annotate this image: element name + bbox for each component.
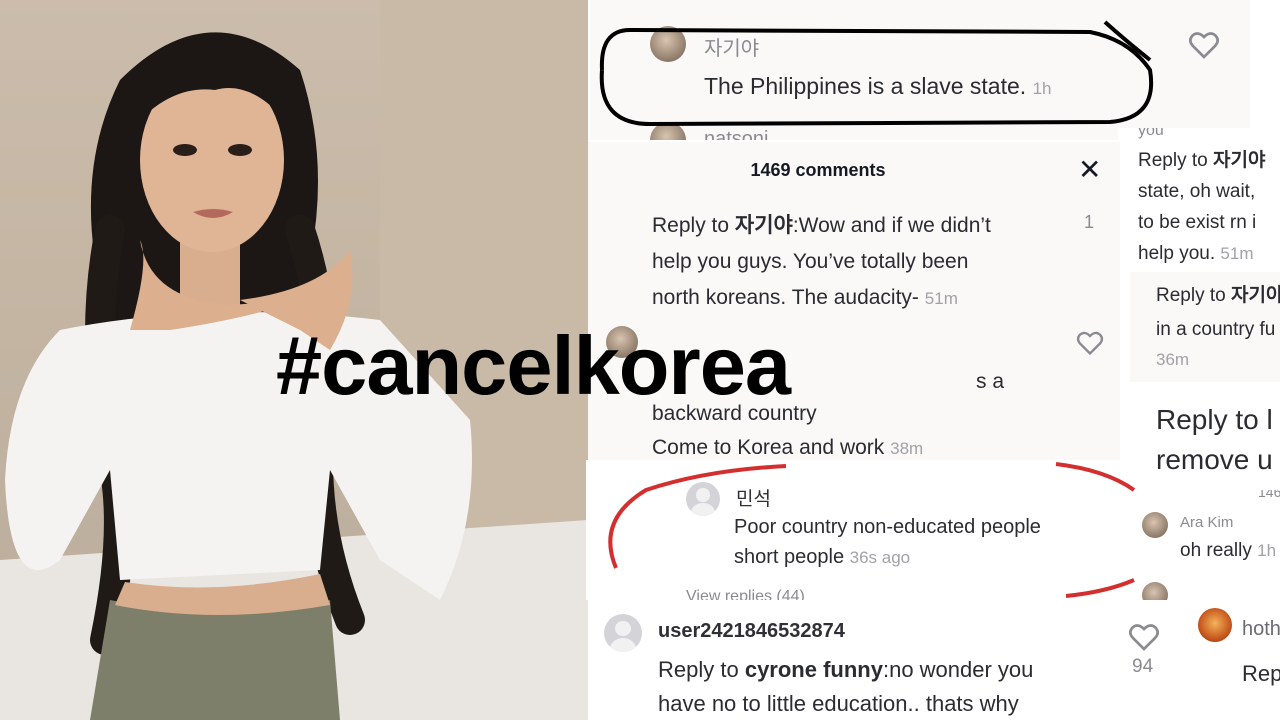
comment-timestamp: 51m xyxy=(924,289,958,308)
close-icon[interactable]: ✕ xyxy=(1078,156,1101,184)
avatar xyxy=(1142,582,1168,602)
reply-line-1: Reply to 자기야 xyxy=(1138,145,1265,176)
comment-card-hoth: hoth Rep xyxy=(1172,600,1280,720)
heart-icon[interactable] xyxy=(1076,330,1104,356)
avatar[interactable] xyxy=(604,614,642,652)
reply-prefix: Reply to xyxy=(658,657,745,682)
reply-line-3: north koreans. The audacity- 51m xyxy=(652,280,958,317)
reply-line-2: have no to little education.. thats why xyxy=(658,691,1019,716)
comment-card-ara-kim: 146 Ara Kim oh really 1h xyxy=(1140,490,1280,602)
partial-username: you xyxy=(1138,128,1164,139)
partial-text: Rep xyxy=(1242,661,1280,686)
reply-line-1: Reply to cyrone funny:no wonder you xyxy=(658,652,1033,688)
comment-card-remove: Reply to l remove u xyxy=(1134,384,1280,490)
reply-prefix: Reply to xyxy=(1156,285,1231,306)
reply-prefix: Reply to xyxy=(1138,150,1213,171)
comment-text: oh really 1h xyxy=(1180,536,1276,566)
comment-body: oh really xyxy=(1180,540,1252,561)
hand-drawn-circle xyxy=(599,20,1154,127)
comment-line-come: Come to Korea and work 38m xyxy=(652,430,923,460)
comments-count-header: 1469 comments xyxy=(750,160,886,180)
comment-card-user242: user2421846532874 Reply to cyrone funny:… xyxy=(588,600,1168,720)
reply-target[interactable]: cyrone funny xyxy=(745,657,883,682)
heart-icon[interactable] xyxy=(1128,622,1160,652)
avatar[interactable] xyxy=(1198,608,1232,642)
reply-line-4-text: help you. xyxy=(1138,243,1216,264)
comment-come-text: Come to Korea and work xyxy=(652,436,885,459)
avatar[interactable] xyxy=(1142,512,1168,538)
comment-username[interactable]: user2421846532874 xyxy=(658,620,845,643)
partial-line-1: Reply to l xyxy=(1156,404,1273,435)
partial-count: 146 xyxy=(1258,490,1280,500)
hand-drawn-red-circle xyxy=(608,462,1136,598)
partial-line-2: remove u xyxy=(1156,444,1273,475)
comment-timestamp: 38m xyxy=(890,439,924,458)
comment-card-reply-state: you Reply to 자기야 state, oh wait, to be e… xyxy=(1118,128,1280,274)
reply-line-1: Reply to 자기야 xyxy=(1156,280,1280,312)
reply-text: :no wonder you xyxy=(882,657,1034,682)
comment-card-slave-state: 자기야 The Philippines is a slave state. 1h… xyxy=(590,0,1250,140)
comment-timestamp: 36m xyxy=(1156,350,1190,369)
reply-line-4: help you. 51m xyxy=(1138,238,1253,269)
comment-like-count: 1 xyxy=(1084,212,1095,232)
reply-target[interactable]: 자기야 xyxy=(1231,285,1280,306)
overlay-hashtag: #cancelkorea xyxy=(276,319,791,412)
comment-timestamp: 51m xyxy=(1220,244,1254,263)
reply-line-2: help you guys. You’ve totally been xyxy=(652,250,969,273)
reply-line-3: to be exist rn i xyxy=(1138,212,1257,233)
comment-username[interactable]: Ara Kim xyxy=(1180,514,1233,531)
comments-panel: 1469 comments ✕ Reply to 자기야:Wow and if … xyxy=(588,142,1120,460)
reply-line-2: in a country fu xyxy=(1156,319,1276,340)
reply-line-1: Reply to 자기야:Wow and if we didn’t xyxy=(652,208,991,244)
reply-target[interactable]: 자기야 xyxy=(1213,150,1265,171)
reply-target[interactable]: 자기야 xyxy=(735,214,793,237)
reply-line-2: state, oh wait, xyxy=(1138,181,1256,202)
comment-card-minseok: 민석 Poor country non-educated people shor… xyxy=(586,460,1140,600)
comment-timestamp: 1h xyxy=(1257,541,1277,560)
reply-line-3-text: north koreans. The audacity- xyxy=(652,286,919,309)
like-count: 94 xyxy=(1132,656,1154,677)
partial-line: s a xyxy=(976,370,1005,393)
comment-card-country: Reply to 자기야 in a country fu 36m xyxy=(1130,272,1280,382)
comment-username[interactable]: hoth xyxy=(1242,618,1280,641)
reply-text: :Wow and if we didn’t xyxy=(792,214,991,237)
reply-prefix: Reply to xyxy=(652,214,735,237)
